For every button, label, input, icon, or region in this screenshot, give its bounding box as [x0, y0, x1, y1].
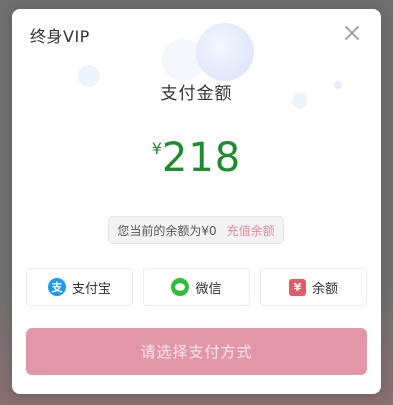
pay-option-balance[interactable]: ¥ 余额	[260, 268, 367, 306]
price-display: ¥218	[12, 135, 381, 181]
dialog-title: 终身VIP	[30, 27, 90, 46]
pay-option-label: 余额	[311, 281, 338, 297]
recharge-link[interactable]: 充值余额	[227, 222, 275, 239]
close-icon	[342, 23, 362, 43]
alipay-icon: 支	[47, 278, 66, 296]
vip-payment-dialog: 终身VIP 支付金额 ¥218 您当前的余额为¥0 充值余额 支 支付宝 微信	[12, 9, 381, 394]
currency-symbol: ¥	[151, 139, 162, 158]
balance-icon: ¥	[288, 278, 306, 296]
pay-option-wechat[interactable]: 微信	[143, 268, 250, 306]
balance-info: 您当前的余额为¥0 充值余额	[108, 216, 284, 244]
amount-label: 支付金额	[160, 84, 233, 104]
pay-option-label: 支付宝	[71, 281, 111, 297]
payment-methods: 支 支付宝 微信 ¥ 余额	[26, 268, 367, 306]
close-button[interactable]	[342, 23, 362, 43]
decorative-bubble	[196, 23, 254, 81]
balance-text: 您当前的余额为¥0	[117, 223, 217, 238]
wechat-icon	[171, 278, 190, 296]
pay-option-label: 微信	[195, 281, 222, 297]
submit-payment-button[interactable]: 请选择支付方式	[26, 328, 367, 375]
pay-option-alipay[interactable]: 支 支付宝	[26, 268, 133, 306]
price-value: 218	[161, 135, 242, 181]
